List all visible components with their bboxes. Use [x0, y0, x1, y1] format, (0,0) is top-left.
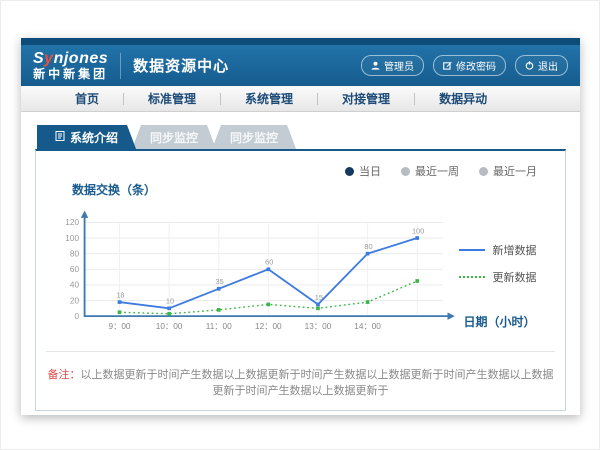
svg-text:13：00: 13：00 — [305, 322, 332, 331]
footnote-label: 备注： — [48, 369, 81, 381]
tab-sync-monitor-1[interactable]: 同步监控 — [132, 125, 216, 149]
svg-text:10: 10 — [166, 297, 174, 306]
line-chart: 0 20 40 60 80 100 120 9：00 10：00 11：00 12：00 13：00 1… — [46, 200, 459, 345]
company-logo: Synjones 新中新集团 — [33, 51, 108, 80]
radio-icon — [345, 167, 354, 176]
time-filter-last-month[interactable]: 最近一月 — [479, 163, 537, 179]
radio-icon — [479, 167, 488, 176]
chart-legend: 新增数据 更新数据 — [459, 242, 555, 285]
nav-item-data-change[interactable]: 数据异动 — [415, 90, 511, 107]
document-icon — [55, 130, 65, 144]
footnote-text: 以上数据更新于时间产生数据以上数据更新于时间产生数据以上数据更新于时间产生数据以… — [81, 369, 554, 397]
svg-text:20: 20 — [70, 296, 80, 305]
svg-text:11：00: 11：00 — [206, 322, 232, 331]
legend-label: 更新数据 — [492, 269, 536, 285]
chart-panel: 当日 最近一周 最近一月 数据交换（条） 0 20 40 60 80 100 120 9：00… — [35, 149, 566, 411]
logout-icon — [525, 61, 534, 70]
svg-text:0: 0 — [74, 312, 79, 321]
svg-text:60: 60 — [70, 265, 80, 274]
svg-text:80: 80 — [364, 242, 372, 251]
logout-label: 退出 — [538, 58, 558, 73]
window-top-strip — [21, 38, 580, 45]
legend-label: 新增数据 — [492, 242, 536, 258]
time-filter-today[interactable]: 当日 — [345, 163, 381, 179]
svg-text:9：00: 9：00 — [108, 322, 130, 331]
svg-text:120: 120 — [65, 218, 79, 227]
time-filter-group: 当日 最近一周 最近一月 — [46, 159, 555, 179]
legend-item-new-data: 新增数据 — [459, 242, 555, 258]
svg-text:100: 100 — [65, 234, 79, 243]
svg-text:40: 40 — [70, 281, 80, 290]
admin-user-button[interactable]: 管理员 — [361, 55, 424, 76]
edit-icon — [443, 61, 452, 70]
svg-text:35: 35 — [216, 277, 224, 286]
svg-text:12：00: 12：00 — [255, 322, 282, 331]
svg-text:15: 15 — [315, 293, 323, 302]
chart-x-axis-title: 日期（小时） — [463, 313, 535, 330]
tab-label: 系统介绍 — [70, 129, 118, 146]
tab-system-intro[interactable]: 系统介绍 — [37, 125, 136, 149]
svg-text:80: 80 — [70, 249, 80, 258]
tab-label: 同步监控 — [230, 129, 278, 146]
main-nav: 首页 标准管理 系统管理 对接管理 数据异动 — [21, 86, 580, 112]
logo-wordmark: Synjones — [33, 51, 108, 68]
svg-text:100: 100 — [412, 226, 424, 235]
svg-text:18: 18 — [116, 290, 124, 299]
nav-item-system-mgmt[interactable]: 系统管理 — [221, 90, 317, 107]
change-password-label: 修改密码 — [456, 58, 496, 73]
time-filter-last-week[interactable]: 最近一周 — [401, 163, 459, 179]
time-filter-label: 当日 — [359, 163, 381, 179]
content-area: 系统介绍 同步监控 同步监控 当日 最 — [21, 112, 580, 411]
svg-text:10：00: 10：00 — [156, 322, 183, 331]
logo-cn-name: 新中新集团 — [33, 68, 108, 81]
user-icon — [371, 61, 380, 70]
app-header: Synjones 新中新集团 数据资源中心 管理员 修改密码 — [21, 45, 580, 86]
chart-area: 0 20 40 60 80 100 120 9：00 10：00 11：00 12：00 13：00 1… — [46, 200, 555, 345]
chart-side-column: 新增数据 更新数据 日期（小时） — [459, 200, 555, 345]
logout-button[interactable]: 退出 — [515, 55, 568, 76]
tab-bar: 系统介绍 同步监控 同步监控 — [35, 124, 566, 149]
header-actions: 管理员 修改密码 退出 — [361, 55, 568, 76]
change-password-button[interactable]: 修改密码 — [433, 55, 506, 76]
tab-sync-monitor-2[interactable]: 同步监控 — [212, 125, 296, 149]
radio-icon — [401, 167, 410, 176]
dotted-line-icon — [459, 276, 485, 278]
chart-y-axis-title: 数据交换（条） — [72, 181, 555, 198]
time-filter-label: 最近一月 — [493, 163, 537, 179]
legend-item-updated-data: 更新数据 — [459, 269, 555, 285]
svg-text:60: 60 — [265, 258, 273, 267]
nav-item-standard-mgmt[interactable]: 标准管理 — [124, 90, 220, 107]
svg-text:14：00: 14：00 — [354, 322, 381, 331]
tab-label: 同步监控 — [150, 129, 198, 146]
header-divider — [120, 53, 121, 79]
footnote: 备注：以上数据更新于时间产生数据以上数据更新于时间产生数据以上数据更新于时间产生… — [46, 351, 555, 410]
page: Synjones 新中新集团 数据资源中心 管理员 修改密码 — [0, 0, 600, 450]
app-window: Synjones 新中新集团 数据资源中心 管理员 修改密码 — [21, 38, 580, 415]
admin-user-label: 管理员 — [384, 58, 414, 73]
page-title: 数据资源中心 — [133, 55, 229, 76]
nav-item-interface-mgmt[interactable]: 对接管理 — [318, 90, 414, 107]
nav-item-home[interactable]: 首页 — [51, 90, 123, 107]
time-filter-label: 最近一周 — [415, 163, 459, 179]
solid-line-icon — [459, 249, 485, 251]
